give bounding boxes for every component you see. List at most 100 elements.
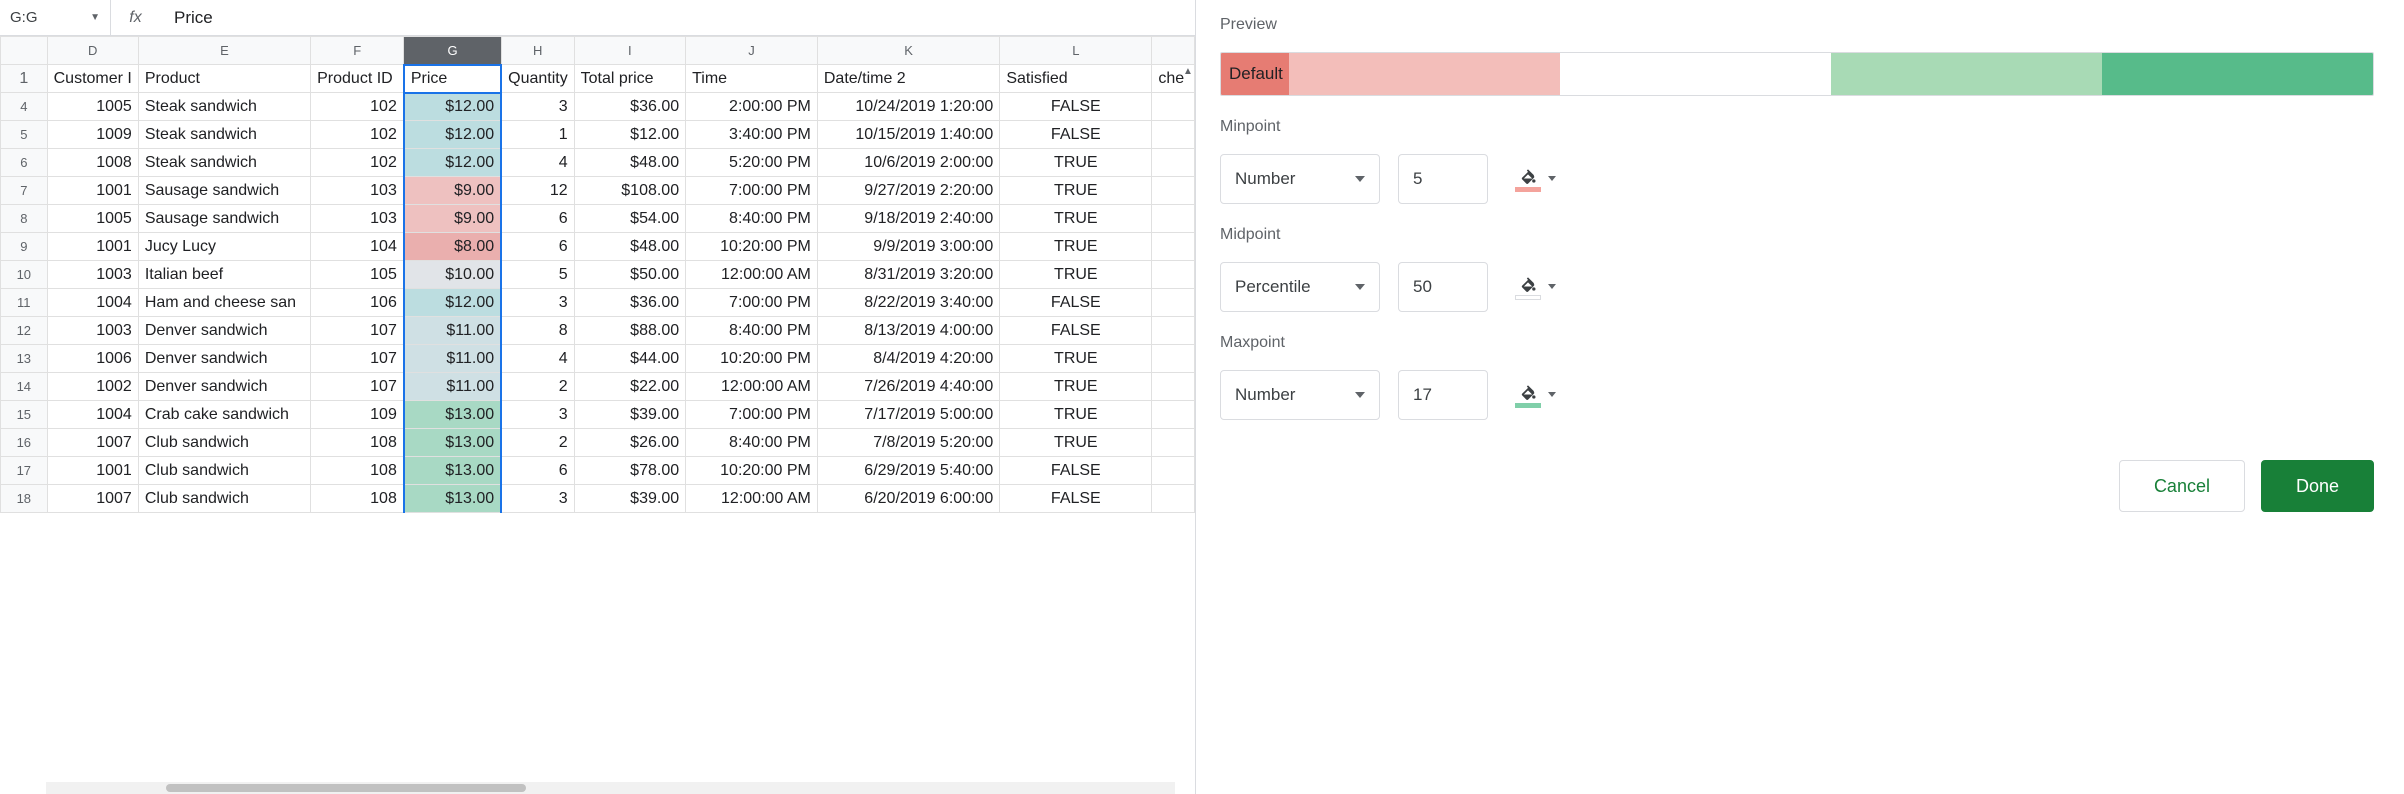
name-box[interactable]: G:G ▼ [0,9,110,26]
col-header-D[interactable]: D [47,37,138,65]
row-header[interactable]: 17 [1,457,48,485]
cell[interactable]: 2:00:00 PM [686,93,818,121]
cell[interactable]: Denver sandwich [138,373,310,401]
cell[interactable]: $11.00 [404,373,501,401]
cell[interactable]: TRUE [1000,345,1152,373]
cell[interactable]: Steak sandwich [138,93,310,121]
cell[interactable]: 10/6/2019 2:00:00 [817,149,999,177]
cell[interactable]: 1005 [47,93,138,121]
cell[interactable]: 3 [501,401,574,429]
cell[interactable]: 7/26/2019 4:40:00 [817,373,999,401]
row-header[interactable]: 11 [1,289,48,317]
col-header-blank[interactable] [1152,37,1195,65]
cell[interactable]: 7/17/2019 5:00:00 [817,401,999,429]
cell[interactable]: FALSE [1000,93,1152,121]
col-header-K[interactable]: K [817,37,999,65]
cell[interactable]: $78.00 [574,457,685,485]
cell[interactable]: $12.00 [404,121,501,149]
cell[interactable]: 1007 [47,429,138,457]
cell[interactable]: 1001 [47,457,138,485]
color-scale-preview[interactable]: Default [1220,52,2374,96]
cell[interactable]: TRUE [1000,261,1152,289]
cell[interactable]: 8/4/2019 4:20:00 [817,345,999,373]
row-header[interactable]: 16 [1,429,48,457]
cell[interactable]: FALSE [1000,121,1152,149]
cell[interactable]: Quantity [501,65,574,93]
cell[interactable]: 103 [311,177,404,205]
cell[interactable]: TRUE [1000,149,1152,177]
cell[interactable]: 9/18/2019 2:40:00 [817,205,999,233]
cell[interactable]: 108 [311,429,404,457]
maxpoint-type-dropdown[interactable]: Number [1220,370,1380,420]
cell[interactable]: $36.00 [574,93,685,121]
cell[interactable]: 6/20/2019 6:00:00 [817,485,999,513]
cell[interactable]: TRUE [1000,429,1152,457]
cell[interactable]: 6 [501,233,574,261]
cell[interactable]: 106 [311,289,404,317]
cell[interactable]: TRUE [1000,177,1152,205]
cell[interactable]: Sausage sandwich [138,205,310,233]
cell[interactable]: 8/13/2019 4:00:00 [817,317,999,345]
cell[interactable]: FALSE [1000,485,1152,513]
cell[interactable]: 108 [311,485,404,513]
cell[interactable]: TRUE [1000,205,1152,233]
cell[interactable]: FALSE [1000,289,1152,317]
row-header[interactable]: 10 [1,261,48,289]
cell[interactable]: 8 [501,317,574,345]
cell[interactable]: 10:20:00 PM [686,233,818,261]
cell[interactable]: $12.00 [404,93,501,121]
cell[interactable]: 8/31/2019 3:20:00 [817,261,999,289]
cell[interactable]: $36.00 [574,289,685,317]
cell[interactable]: Steak sandwich [138,149,310,177]
cell[interactable]: $50.00 [574,261,685,289]
horizontal-scrollbar[interactable] [46,782,1175,794]
cell[interactable]: 6/29/2019 5:40:00 [817,457,999,485]
minpoint-value-input[interactable]: 5 [1398,154,1488,204]
cell[interactable]: $26.00 [574,429,685,457]
cell[interactable]: 3:40:00 PM [686,121,818,149]
cell[interactable]: 12:00:00 AM [686,485,818,513]
cell[interactable]: $48.00 [574,233,685,261]
cell[interactable]: Ham and cheese san [138,289,310,317]
cell[interactable]: 102 [311,93,404,121]
cell[interactable]: 1004 [47,289,138,317]
col-header-G[interactable]: G [404,37,501,65]
cell[interactable]: Club sandwich [138,457,310,485]
cell[interactable]: 1009 [47,121,138,149]
cell[interactable]: 9/27/2019 2:20:00 [817,177,999,205]
row-header[interactable]: 6 [1,149,48,177]
col-header-J[interactable]: J [686,37,818,65]
col-header-E[interactable]: E [138,37,310,65]
cell[interactable]: $54.00 [574,205,685,233]
cell[interactable]: Denver sandwich [138,317,310,345]
formula-input[interactable]: Price [160,8,1195,28]
cell[interactable]: 8/22/2019 3:40:00 [817,289,999,317]
cell[interactable]: Date/time 2 [817,65,999,93]
cell[interactable]: TRUE [1000,233,1152,261]
row-header[interactable]: 8 [1,205,48,233]
cell[interactable]: 1004 [47,401,138,429]
row-header[interactable]: 12 [1,317,48,345]
cell[interactable]: 3 [501,289,574,317]
cell-selected[interactable]: Price [404,65,501,93]
cell[interactable]: $88.00 [574,317,685,345]
col-header-I[interactable]: I [574,37,685,65]
cell[interactable]: $12.00 [404,149,501,177]
cell[interactable]: 3 [501,93,574,121]
cell[interactable]: 7:00:00 PM [686,401,818,429]
scrollbar-thumb[interactable] [166,784,526,792]
cell[interactable]: 1008 [47,149,138,177]
cell[interactable]: 12:00:00 AM [686,261,818,289]
cell[interactable]: $22.00 [574,373,685,401]
cell[interactable]: 4 [501,345,574,373]
cell[interactable]: $10.00 [404,261,501,289]
cell[interactable]: 1006 [47,345,138,373]
cell[interactable]: 9/9/2019 3:00:00 [817,233,999,261]
cell[interactable]: 10/15/2019 1:40:00 [817,121,999,149]
cell[interactable]: Club sandwich [138,485,310,513]
cell[interactable]: $39.00 [574,485,685,513]
cell[interactable]: Club sandwich [138,429,310,457]
row-header[interactable]: 4 [1,93,48,121]
cell[interactable]: 5 [501,261,574,289]
cell[interactable]: 7:00:00 PM [686,289,818,317]
